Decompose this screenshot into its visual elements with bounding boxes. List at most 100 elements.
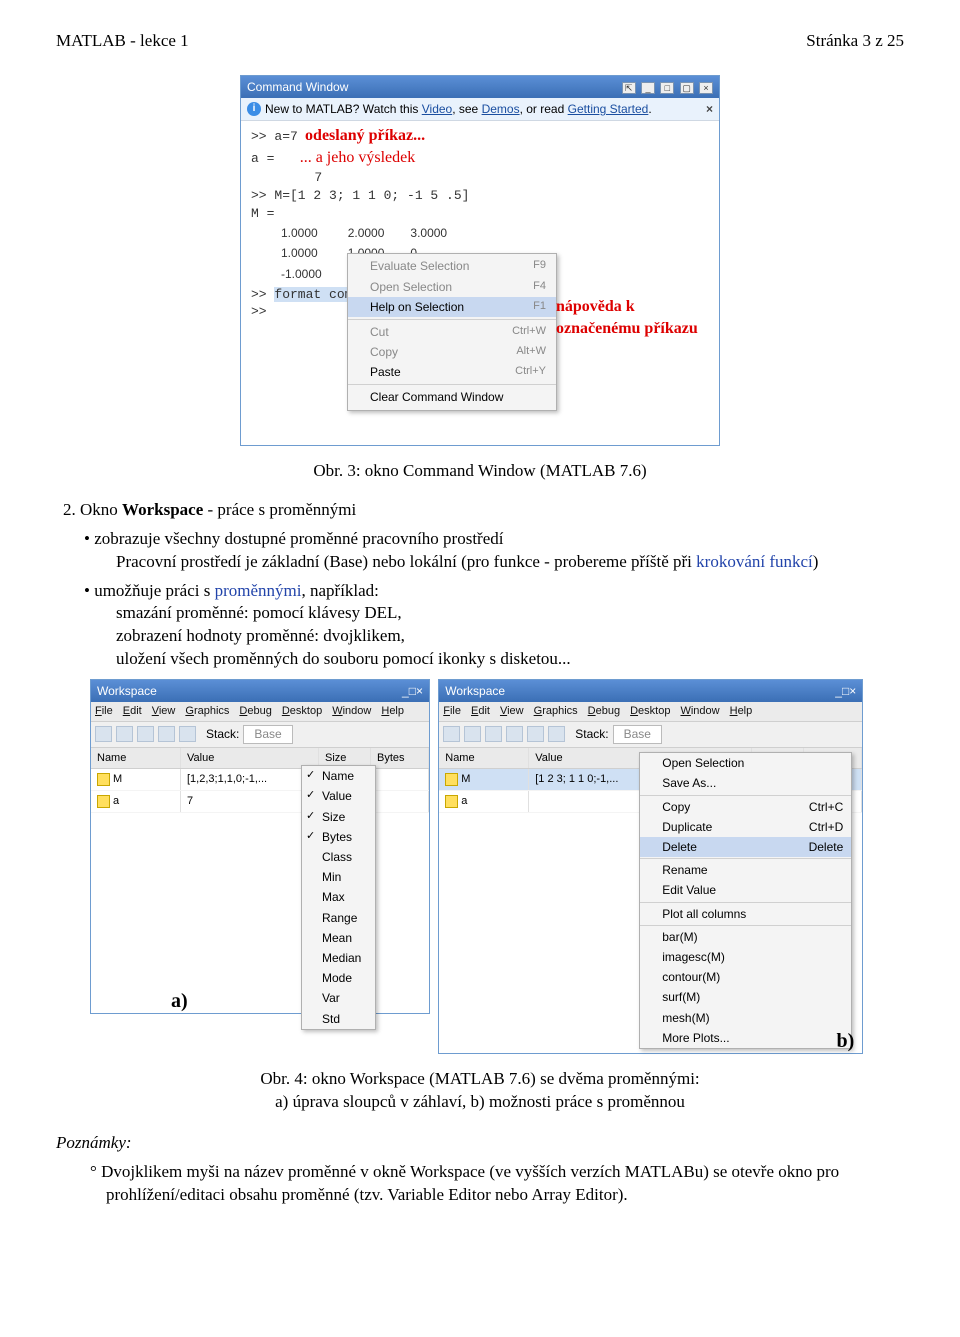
open-var-icon[interactable]	[116, 726, 133, 742]
menu-item[interactable]: Desktop	[282, 704, 322, 719]
variable-context-menu[interactable]: Open SelectionSave As... CopyCtrl+CDuplic…	[639, 752, 852, 1049]
info-link-getting-started[interactable]: Getting Started	[568, 102, 649, 116]
context-item[interactable]: Plot all columns	[640, 904, 851, 924]
cmd-Mdef: M=[1 2 3; 1 1 0; -1 5 .5]	[274, 188, 469, 203]
col-name-b[interactable]: Name	[439, 748, 529, 769]
max-icon[interactable]: □	[409, 684, 416, 698]
stack-select[interactable]: Base	[243, 725, 292, 743]
menu-item[interactable]: View	[500, 704, 524, 719]
column-toggle[interactable]: Class	[302, 847, 375, 867]
menu-item[interactable]: Window	[680, 704, 719, 719]
link-variables[interactable]: proměnnými	[215, 581, 302, 600]
label-b: b)	[836, 1028, 854, 1055]
info-link-demos[interactable]: Demos	[482, 102, 520, 116]
column-toggle[interactable]: Max	[302, 887, 375, 907]
plot-icon[interactable]	[179, 726, 196, 742]
new-var-icon-b[interactable]	[443, 726, 460, 742]
save-icon-b[interactable]	[506, 726, 523, 742]
window-buttons: ⇱ _ □ ▢ ×	[620, 79, 713, 95]
command-body[interactable]: >> a=7 odeslaný příkaz... a = ... a jeho…	[241, 121, 719, 444]
menu-item[interactable]: File	[443, 704, 461, 719]
menu-item[interactable]: Open SelectionF4	[348, 277, 556, 297]
context-item[interactable]: DeleteDelete	[640, 837, 851, 857]
context-item[interactable]: surf(M)	[640, 987, 851, 1007]
info-link-video[interactable]: Video	[422, 102, 452, 116]
link-step-functions[interactable]: krokování funkcí	[696, 552, 813, 571]
close-icon-b[interactable]: ×	[849, 684, 856, 698]
menu-item[interactable]: Desktop	[630, 704, 670, 719]
infobar-close-icon[interactable]: ×	[706, 101, 713, 117]
columns-menu[interactable]: NameValueSizeBytesClassMinMaxRangeMeanMe…	[301, 765, 376, 1029]
new-var-icon[interactable]	[95, 726, 112, 742]
col-value-a[interactable]: Value	[181, 748, 319, 769]
menu-item[interactable]: Debug	[239, 704, 271, 719]
menu-item[interactable]: CutCtrl+W	[348, 322, 556, 342]
column-toggle[interactable]: Min	[302, 867, 375, 887]
column-toggle[interactable]: Std	[302, 1009, 375, 1029]
menu-item[interactable]: CopyAlt+W	[348, 342, 556, 362]
close-icon[interactable]: ×	[699, 82, 713, 94]
menu-item[interactable]: Debug	[588, 704, 620, 719]
import-icon[interactable]	[137, 726, 154, 742]
minimize-icon[interactable]: _	[641, 82, 655, 94]
column-toggle[interactable]: Mean	[302, 928, 375, 948]
workspace-toolbar-a[interactable]: Stack: Base	[91, 722, 429, 747]
close-icon-a[interactable]: ×	[416, 684, 423, 698]
column-toggle[interactable]: Value	[302, 786, 375, 806]
section-2: Okno Workspace - práce s proměnnými zobr…	[80, 499, 904, 672]
menu-item[interactable]: Graphics	[534, 704, 578, 719]
context-item[interactable]: Save As...	[640, 773, 851, 793]
plot-icon-b[interactable]	[548, 726, 565, 742]
column-toggle[interactable]: Range	[302, 908, 375, 928]
menu-item[interactable]: Edit	[471, 704, 490, 719]
workspace-menu-a[interactable]: File Edit View Graphics Debug Desktop Window He…	[91, 702, 429, 722]
context-item[interactable]: Open Selection	[640, 753, 851, 773]
menu-item[interactable]: Window	[332, 704, 371, 719]
workspace-header-a[interactable]: Name Value Size Bytes	[91, 748, 429, 770]
menu-item[interactable]: Help	[730, 704, 753, 719]
column-toggle[interactable]: Var	[302, 988, 375, 1008]
stack-select-b[interactable]: Base	[613, 725, 662, 743]
menu-item[interactable]: Clear Command Window	[348, 387, 556, 407]
context-item[interactable]: Edit Value	[640, 880, 851, 900]
col-bytes-a[interactable]: Bytes	[371, 748, 429, 769]
restore-icon[interactable]: ⇱	[622, 82, 636, 94]
column-toggle[interactable]: Mode	[302, 968, 375, 988]
min-icon-b[interactable]: _	[835, 684, 842, 698]
context-item[interactable]: Rename	[640, 860, 851, 880]
context-item[interactable]: DuplicateCtrl+D	[640, 817, 851, 837]
context-item[interactable]: bar(M)	[640, 927, 851, 947]
context-item[interactable]: imagesc(M)	[640, 947, 851, 967]
menu-item[interactable]: Help	[381, 704, 404, 719]
workspace-row-a[interactable]: a 7 1x	[91, 791, 429, 813]
menu-item[interactable]: Graphics	[185, 704, 229, 719]
col-name-a[interactable]: Name	[91, 748, 181, 769]
delete-icon-b[interactable]	[527, 726, 544, 742]
save-icon[interactable]	[158, 726, 175, 742]
menu-item[interactable]: View	[152, 704, 176, 719]
context-item[interactable]: mesh(M)	[640, 1008, 851, 1028]
import-icon-b[interactable]	[485, 726, 502, 742]
menu-item[interactable]: Help on SelectionF1	[348, 297, 556, 317]
workspace-window-b: Workspace _□× FileEditViewGraphicsDebugD…	[438, 679, 863, 1054]
column-toggle[interactable]: Median	[302, 948, 375, 968]
context-item[interactable]: contour(M)	[640, 967, 851, 987]
menu-item[interactable]: Evaluate SelectionF9	[348, 256, 556, 276]
min-icon[interactable]: _	[402, 684, 409, 698]
workspace-row-M[interactable]: M [1,2,3;1,1,0;-1,... 3x	[91, 769, 429, 791]
workspace-toolbar-b[interactable]: Stack: Base	[439, 722, 862, 747]
maximize-icon[interactable]: □	[660, 82, 674, 94]
column-toggle[interactable]: Name	[302, 766, 375, 786]
column-toggle[interactable]: Size	[302, 807, 375, 827]
context-item[interactable]: CopyCtrl+C	[640, 797, 851, 817]
menu-item[interactable]: File	[95, 704, 113, 719]
command-context-menu[interactable]: Evaluate SelectionF9Open SelectionF4Help…	[347, 253, 557, 410]
expand-icon[interactable]: ▢	[680, 82, 694, 94]
stack-label: Stack:	[206, 726, 239, 742]
open-var-icon-b[interactable]	[464, 726, 481, 742]
workspace-menu-b[interactable]: File Edit View Graphics Debug Desktop Window He…	[439, 702, 862, 722]
menu-item[interactable]: PasteCtrl+Y	[348, 362, 556, 382]
menu-item[interactable]: Edit	[123, 704, 142, 719]
column-toggle[interactable]: Bytes	[302, 827, 375, 847]
context-item[interactable]: More Plots...	[640, 1028, 851, 1048]
